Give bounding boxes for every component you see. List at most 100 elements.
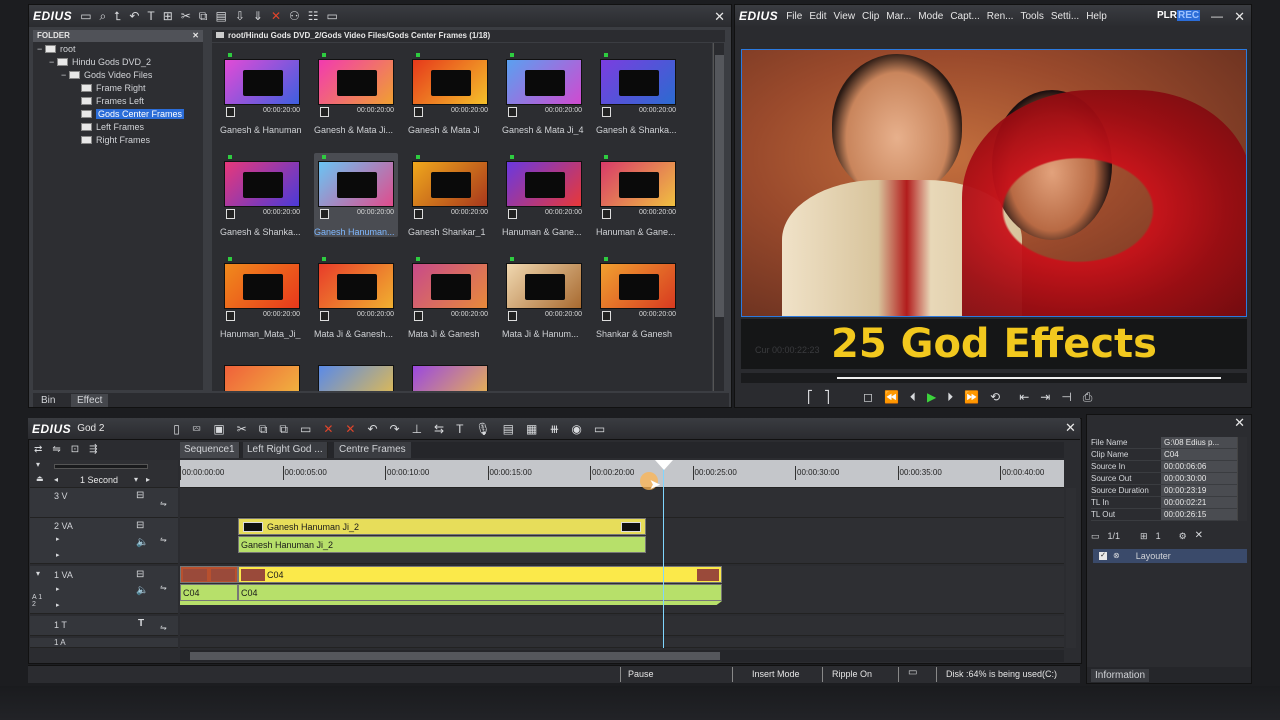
clip-thumbnail[interactable]: 00:00:20:00 Ganesh Shankar_1 [408, 153, 492, 237]
clip-v1-thumbs[interactable] [180, 566, 238, 583]
clip-v1-audio-b[interactable]: C04 [238, 584, 722, 601]
expand-arrow-icon[interactable]: ▸ [56, 552, 60, 559]
tab-effect[interactable]: Effect [71, 394, 109, 407]
scale-up-icon[interactable]: ▸ [146, 476, 150, 484]
insert-to-timeline-icon[interactable]: ⇤ [1019, 391, 1029, 403]
stop-icon[interactable]: ◻ [863, 391, 873, 403]
scale-down-icon[interactable]: ◂ [54, 476, 58, 484]
track-1t-lane[interactable] [180, 616, 1064, 636]
clip-thumbnail[interactable]: 00:00:20:00 Ganesh & Mata Ji [408, 51, 492, 135]
menu-item[interactable]: File [786, 11, 802, 22]
redo-icon[interactable]: ↷ [390, 423, 400, 435]
fast-forward-icon[interactable]: ⏩ [964, 391, 979, 403]
mode-rec[interactable]: REC [1177, 10, 1201, 21]
clip-thumbnail[interactable]: 00:00:20:00 Hanuman & Gane... [502, 153, 586, 237]
clip-thumbnail[interactable] [220, 357, 304, 391]
cut-icon[interactable]: ✂ [237, 423, 247, 435]
menu-item[interactable]: Capt... [950, 11, 979, 22]
clip-thumbnail[interactable]: 00:00:20:00 Ganesh Hanuman... [314, 153, 398, 237]
export-icon[interactable]: ⎙ [1083, 391, 1093, 403]
ripple-delete-icon[interactable]: ✕ [345, 423, 355, 435]
seek-track[interactable] [837, 377, 1221, 379]
close-icon[interactable]: ✕ [714, 9, 725, 25]
mark-in-icon[interactable]: ⎡ [807, 391, 813, 403]
minimize-icon[interactable]: — [1211, 9, 1223, 23]
list-view-icon[interactable]: ▭ [327, 10, 338, 22]
track-video-icon[interactable]: ⊟ [136, 491, 144, 501]
timeline-vscroll[interactable] [1066, 488, 1076, 648]
speaker-icon[interactable]: 🔈 [136, 538, 148, 548]
delete-icon[interactable]: ✕ [323, 423, 333, 435]
up-arrow-icon[interactable]: ⮤ [114, 10, 121, 22]
tree-item[interactable]: Frames Left [33, 95, 203, 108]
mark-out-icon[interactable]: ⎤ [824, 391, 830, 403]
menu-item[interactable]: Mode [918, 11, 943, 22]
rewind-icon[interactable]: ⏪ [884, 391, 899, 403]
close-icon[interactable]: ✕ [1234, 415, 1245, 431]
expand-arrow-icon[interactable]: ▸ [56, 586, 60, 593]
color-icon[interactable]: ◉ [571, 423, 581, 435]
playhead-marker[interactable] [655, 460, 673, 470]
layer-item[interactable]: ✓ ⊗ Layouter [1093, 549, 1247, 563]
close-icon[interactable]: ✕ [192, 30, 199, 42]
zoom-slider[interactable] [54, 464, 148, 469]
undo-icon[interactable]: ↶ [129, 10, 139, 22]
overwrite-icon[interactable]: ⇓ [253, 10, 263, 22]
expand-icon[interactable]: ▾ [36, 461, 40, 469]
open-icon[interactable]: ⮹ [192, 423, 202, 435]
mode-switch[interactable]: PLRREC [1157, 10, 1201, 21]
tree-item[interactable]: Frame Right [33, 82, 203, 95]
copy-icon[interactable]: ⧉ [259, 423, 268, 435]
insert-icon[interactable]: ⇩ [235, 10, 245, 22]
time-ruler[interactable]: 00:00:00:00 00:00:05:00 00:00:10:00 00:00:1… [180, 460, 1064, 488]
tree-expander-icon[interactable]: − [37, 43, 45, 56]
scale-label[interactable]: 1 Second [80, 475, 118, 485]
tab-information[interactable]: Information [1091, 669, 1150, 682]
expand-arrow-icon[interactable]: ▸ [56, 602, 60, 609]
step-back-icon[interactable]: ⏴ [910, 391, 916, 403]
clip-thumbnail[interactable]: 00:00:20:00 Shankar & Ganesh [596, 255, 680, 339]
step-forward-icon[interactable]: ⏵ [947, 391, 953, 403]
track-settings-icon[interactable]: ⇄ [34, 445, 42, 455]
expand-icon[interactable]: ▾ [36, 570, 40, 578]
add-clip-icon[interactable]: ⊞ [163, 10, 173, 22]
view-mode-icon[interactable]: ☷ [308, 10, 319, 22]
speaker-icon[interactable]: 🔈 [136, 586, 148, 596]
clip-thumbnail[interactable]: 00:00:20:00 Ganesh & Shanka... [596, 51, 680, 135]
clip-thumbnail[interactable]: 00:00:20:00 Mata Ji & Ganesh... [314, 255, 398, 339]
settings-icon[interactable]: ⚙ [1179, 531, 1187, 541]
undo-icon[interactable]: ↶ [367, 423, 377, 435]
tree-expander-icon[interactable]: − [61, 69, 69, 82]
tab-centre-frames[interactable]: Centre Frames [334, 442, 411, 458]
link-icon[interactable]: ⊡ [71, 445, 79, 455]
clip-thumbnail[interactable]: 00:00:20:00 Mata Ji & Ganesh [408, 255, 492, 339]
status-insert-mode[interactable]: Insert Mode [752, 669, 800, 679]
track-video-icon[interactable]: ⊟ [136, 521, 144, 531]
new-sequence-icon[interactable]: ▯ [173, 423, 180, 435]
menu-item[interactable]: Tools [1020, 11, 1043, 22]
track-2va-lane[interactable]: Ganesh Hanuman Ji_2 Ganesh Hanuman Ji_2 [180, 518, 1064, 564]
clip-thumbnail[interactable]: 00:00:20:00 Ganesh & Mata Ji... [314, 51, 398, 135]
lock-icon[interactable]: ⏏ [36, 475, 44, 483]
player-seekbar[interactable] [741, 373, 1247, 383]
properties-icon[interactable]: ⚇ [289, 10, 300, 22]
menu-item[interactable]: View [834, 11, 856, 22]
bin-scrollbar[interactable] [713, 43, 724, 391]
menu-item[interactable]: Clip [862, 11, 879, 22]
scroll-thumb[interactable] [715, 55, 724, 317]
grid-icon[interactable]: ▦ [526, 423, 537, 435]
tree-item[interactable]: Left Frames [33, 121, 203, 134]
add-transition-icon[interactable]: ⊥ [412, 423, 422, 435]
title-icon[interactable]: T [456, 423, 463, 435]
track-sync-icon[interactable]: ⇋ [160, 536, 167, 544]
effect-icon[interactable]: ⊞ [1140, 531, 1148, 541]
menu-item[interactable]: Edit [809, 11, 826, 22]
scale-control[interactable]: ▾ ⏏ ◂ 1 Second ▾ ▸ [30, 460, 178, 488]
status-ripple[interactable]: Ripple On [832, 669, 872, 679]
clip-thumbnail[interactable]: 00:00:20:00 Mata Ji & Hanum... [502, 255, 586, 339]
timeline-hscroll[interactable] [180, 650, 1064, 662]
cut-icon[interactable]: ✂ [181, 10, 191, 22]
audio-mixer-icon[interactable]: ⧻ [549, 423, 559, 435]
track-sync-icon[interactable]: ⇋ [160, 584, 167, 592]
clip-thumbnail[interactable]: 00:00:20:00 Ganesh & Shanka... [220, 153, 304, 237]
